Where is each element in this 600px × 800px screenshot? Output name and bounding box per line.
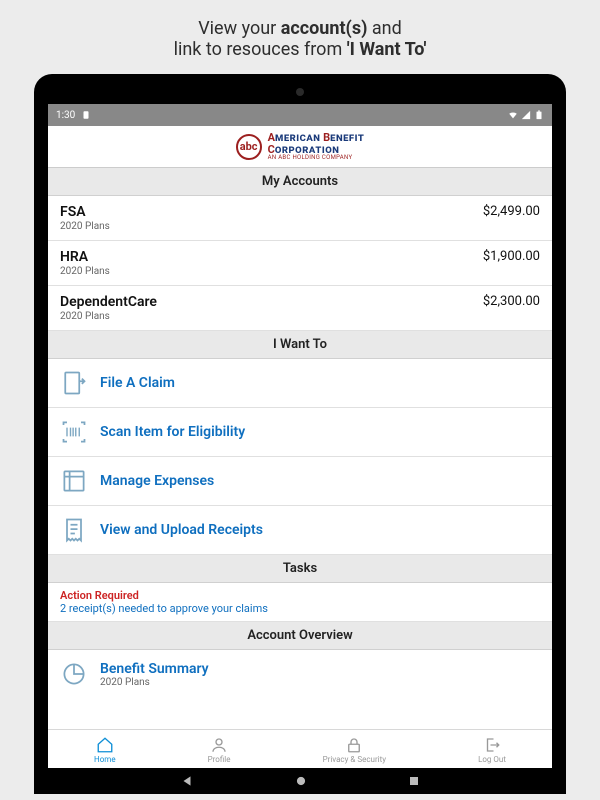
account-amount: $2,300.00 [483,294,540,309]
wifi-icon [508,110,518,120]
android-nav-bar [48,768,552,794]
action-label: Manage Expenses [100,473,214,489]
notification-icon [81,110,91,120]
account-amount: $1,900.00 [483,249,540,264]
cell-signal-icon [521,110,531,120]
account-row[interactable]: FSA 2020 Plans $2,499.00 [48,196,552,241]
action-view-receipts[interactable]: View and Upload Receipts [48,506,552,555]
account-row[interactable]: DependentCare 2020 Plans $2,300.00 [48,286,552,331]
task-item[interactable]: Action Required 2 receipt(s) needed to a… [48,583,552,622]
android-back-icon[interactable] [180,774,194,788]
nav-profile[interactable]: Profile [208,736,231,764]
receipt-icon [60,516,88,544]
main-content[interactable]: My Accounts FSA 2020 Plans $2,499.00 HRA… [48,168,552,729]
battery-icon [534,110,544,120]
tasks-section-header: Tasks [48,555,552,583]
overview-benefit-summary[interactable]: Benefit Summary 2020 Plans [48,650,552,698]
home-icon [96,736,114,754]
camera-dot [296,88,304,96]
barcode-icon [60,418,88,446]
promo-heading: View your account(s) and link to resouce… [0,0,600,74]
account-row[interactable]: HRA 2020 Plans $1,900.00 [48,241,552,286]
brand-name: American Benefit Corporation AN ABC HOLD… [268,132,365,161]
lock-icon [345,736,363,754]
action-file-claim[interactable]: File A Claim [48,359,552,408]
app-header: abc American Benefit Corporation AN ABC … [48,126,552,168]
action-manage-expenses[interactable]: Manage Expenses [48,457,552,506]
account-sub: 2020 Plans [60,311,157,322]
android-status-bar: 1:30 [48,104,552,126]
action-label: File A Claim [100,375,175,391]
account-name: HRA [60,249,110,265]
android-recent-icon[interactable] [408,775,420,787]
accounts-section-header: My Accounts [48,168,552,196]
account-name: FSA [60,204,110,220]
logout-icon [483,736,501,754]
nav-home[interactable]: Home [94,736,116,764]
action-label: View and Upload Receipts [100,522,263,538]
profile-icon [210,736,228,754]
iwantto-section-header: I Want To [48,331,552,359]
account-sub: 2020 Plans [60,221,110,232]
android-home-icon[interactable] [294,774,308,788]
device-screen: 1:30 abc American Benefit Corporation AN… [48,104,552,794]
action-scan-item[interactable]: Scan Item for Eligibility [48,408,552,457]
account-amount: $2,499.00 [483,204,540,219]
status-time: 1:30 [56,110,75,121]
file-claim-icon [60,369,88,397]
overview-section-header: Account Overview [48,622,552,650]
nav-privacy[interactable]: Privacy & Security [323,736,386,764]
task-detail: 2 receipt(s) needed to approve your clai… [60,602,540,615]
overview-sub: 2020 Plans [100,677,209,688]
bottom-nav: Home Profile Privacy & Security Log Out [48,729,552,768]
account-name: DependentCare [60,294,157,310]
task-action-required: Action Required [60,589,540,602]
pie-chart-icon [60,660,88,688]
overview-title: Benefit Summary [100,661,209,677]
brand-logo-icon: abc [236,134,262,160]
nav-logout[interactable]: Log Out [478,736,506,764]
tablet-frame: 1:30 abc American Benefit Corporation AN… [34,74,566,794]
account-sub: 2020 Plans [60,266,110,277]
expenses-icon [60,467,88,495]
action-label: Scan Item for Eligibility [100,424,245,440]
